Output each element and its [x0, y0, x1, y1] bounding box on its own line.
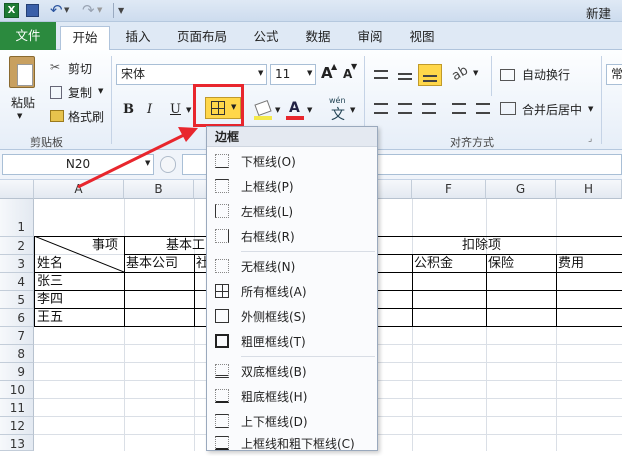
- menu-item-left-border[interactable]: 左框线(L): [207, 199, 377, 224]
- menu-item-label: 下框线(O): [241, 155, 296, 169]
- menu-item-label: 粗匣框线(T): [241, 335, 306, 349]
- menu-item-top-border[interactable]: 上框线(P): [207, 174, 377, 199]
- menu-item-label: 右框线(R): [241, 230, 295, 244]
- bottom-border-icon: [215, 154, 229, 168]
- menu-item-label: 粗底框线(H): [241, 390, 308, 404]
- outside-borders-icon: [215, 309, 229, 323]
- menu-item-double-bottom-border[interactable]: 双底框线(B): [207, 359, 377, 384]
- menu-separator: [241, 251, 375, 252]
- menu-item-label: 所有框线(A): [241, 285, 307, 299]
- menu-item-label: 无框线(N): [241, 260, 296, 274]
- menu-separator: [241, 356, 375, 357]
- menu-item-label: 上框线(P): [241, 180, 294, 194]
- menu-item-label: 上框线和粗下框线(C): [241, 437, 355, 451]
- menu-item-right-border[interactable]: 右框线(R): [207, 224, 377, 249]
- left-border-icon: [215, 204, 229, 218]
- thick-box-border-icon: [215, 334, 229, 348]
- top-border-icon: [215, 179, 229, 193]
- border-menu-header: 边框: [207, 127, 377, 147]
- all-borders-icon: [215, 284, 229, 298]
- menu-item-label: 外侧框线(S): [241, 310, 306, 324]
- double-bottom-border-icon: [215, 364, 229, 378]
- top-thick-bottom-border-icon: [215, 436, 229, 450]
- menu-item-bottom-border[interactable]: 下框线(O): [207, 149, 377, 174]
- top-bottom-border-icon: [215, 414, 229, 428]
- menu-item-thick-box-border[interactable]: 粗匣框线(T): [207, 329, 377, 354]
- menu-item-label: 上下框线(D): [241, 415, 308, 429]
- menu-item-label: 左框线(L): [241, 205, 294, 219]
- menu-item-all-borders[interactable]: 所有框线(A): [207, 279, 377, 304]
- menu-item-no-border[interactable]: 无框线(N): [207, 254, 377, 279]
- right-border-icon: [215, 229, 229, 243]
- no-border-icon: [215, 259, 229, 273]
- menu-item-outside-borders[interactable]: 外侧框线(S): [207, 304, 377, 329]
- thick-bottom-border-icon: [215, 389, 229, 403]
- menu-item-thick-bottom-border[interactable]: 粗底框线(H): [207, 384, 377, 409]
- border-dropdown-menu: 边框 下框线(O) 上框线(P) 左框线(L) 右框线(R) 无框线(N) 所有…: [206, 126, 378, 451]
- menu-item-label: 双底框线(B): [241, 365, 307, 379]
- menu-item-top-thick-bottom-border[interactable]: 上框线和粗下框线(C): [207, 431, 377, 456]
